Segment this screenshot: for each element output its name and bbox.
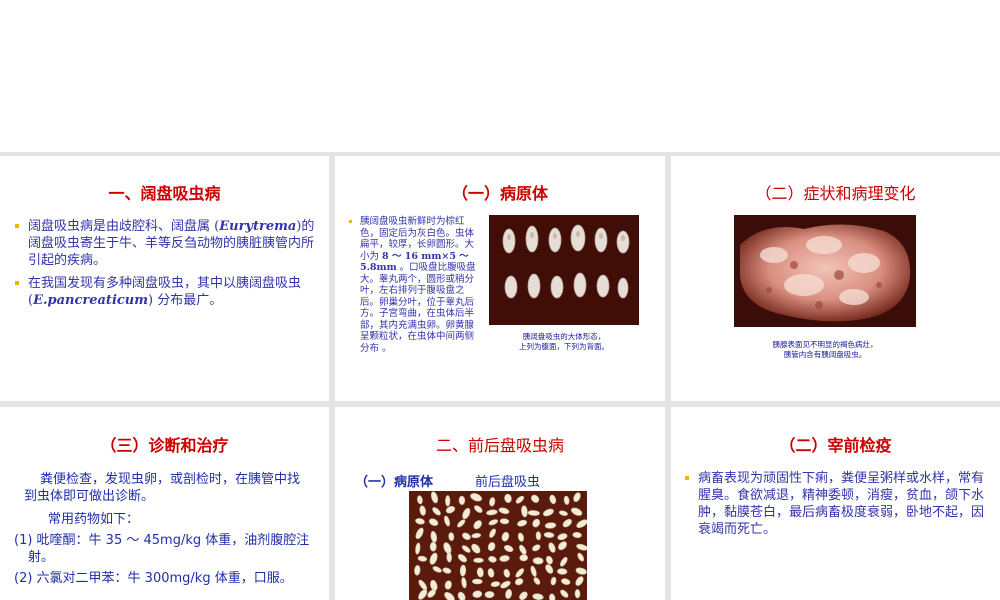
- drug-item-2: (2) 六氯对二甲苯：牛 300mg/kg 体重，口服。: [14, 571, 293, 586]
- slide-title: 二、前后盘吸虫病: [435, 436, 564, 455]
- slide-title: （二）宰前检疫: [779, 436, 892, 455]
- slide-pathogen[interactable]: （一）病原体 胰阔盘吸虫新鲜时为棕红色，固定后为灰白色。虫体扁平，较厚，长卵圆形…: [335, 156, 665, 401]
- slide-eurytrema-disease[interactable]: 一、阔盘吸虫病 阔盘吸虫病是由歧腔科、阔盘属 (Eurytrema)的阔盘吸虫寄…: [0, 156, 329, 401]
- square-bullet-icon: [685, 476, 689, 480]
- fluke-mark: [557, 568, 568, 575]
- slide-title: （三）诊断和治疗: [100, 436, 229, 455]
- bullet-distribution: 在我国发现有多种阔盘吸虫，其中以胰阔盘吸虫 (E.pancreaticum) 分…: [15, 275, 315, 309]
- drug-item-1: (1) 吡喹酮：牛 35 ～ 45mg/kg 体重，油剂腹腔注射。: [14, 533, 310, 565]
- slide-title: 一、阔盘吸虫病: [108, 184, 221, 203]
- fluke-mark: [532, 557, 544, 565]
- square-bullet-icon: [15, 224, 19, 228]
- fluke-mark: [527, 510, 540, 516]
- fluke-mark: [519, 554, 528, 562]
- subsection-label: （一）病原体: [355, 475, 434, 490]
- fluke-mark: [458, 495, 466, 505]
- photo-caption: 胰阔盘吸虫的大体形态， 上列为腹面，下列为背面。: [519, 332, 609, 351]
- fluke-mark: [473, 557, 484, 563]
- bullet-clinical-signs: 病畜表现为顽固性下痢，粪便呈粥样或水样，常有腥臭。食欲减退，精神委顿，消瘦，贫血…: [685, 470, 990, 538]
- fluke-mark: [574, 589, 581, 599]
- photo-caption: 胰腺表面见不明显的褐色病灶， 胰管内含有胰阔盘吸虫。: [772, 340, 878, 359]
- slide-diagnosis-treatment[interactable]: （三）诊断和治疗 粪便检查，发现虫卵，或剖检时，在胰管中找到虫体即可做出诊断。 …: [0, 407, 329, 600]
- fluke-mark: [472, 578, 483, 585]
- fluke-mark: [429, 541, 437, 552]
- subsection-name: 前后盘吸虫: [475, 475, 541, 490]
- fluke-mark: [448, 532, 455, 541]
- fluke-mark: [535, 531, 542, 541]
- square-bullet-icon: [15, 281, 19, 285]
- drugs-intro: 常用药物如下：: [48, 512, 140, 527]
- bullet-morphology: 胰阔盘吸虫新鲜时为棕红色，固定后为灰白色。虫体扁平，较厚，长卵圆形。大小为 8 …: [349, 216, 479, 354]
- bullet-definition: 阔盘吸虫病是由歧腔科、阔盘属 (Eurytrema)的阔盘吸虫寄生于牛、羊等反刍…: [15, 218, 315, 269]
- slide-paramphistomiasis[interactable]: 二、前后盘吸虫病 （一）病原体 前后盘吸虫: [335, 407, 665, 600]
- diagnosis-paragraph: 粪便检查，发现虫卵，或剖检时，在胰管中找到虫体即可做出诊断。: [24, 472, 301, 504]
- fluke-mark: [484, 591, 495, 599]
- slide-symptoms-pathology[interactable]: （二）症状和病理变化 胰腺表面见不明显的褐色病灶， 胰管内含有胰阔盘吸虫。: [671, 156, 1000, 401]
- slide-antemortem-inspection[interactable]: （二）宰前检疫 病畜表现为顽固性下痢，粪便呈粥样或水样，常有腥臭。食欲减退，精神…: [671, 407, 1000, 600]
- slide-title: （二）症状和病理变化: [755, 184, 916, 203]
- fluke-mark: [446, 552, 452, 563]
- paramphistome-photo: [409, 491, 587, 600]
- slide-title: （一）病原体: [451, 184, 548, 203]
- square-bullet-icon: [349, 220, 352, 223]
- fluke-mark: [499, 518, 510, 525]
- fluke-specimens-photo: [489, 215, 639, 325]
- fluke-mark: [459, 564, 467, 577]
- pancreas-photo: [734, 215, 916, 327]
- fluke-mark: [445, 495, 451, 507]
